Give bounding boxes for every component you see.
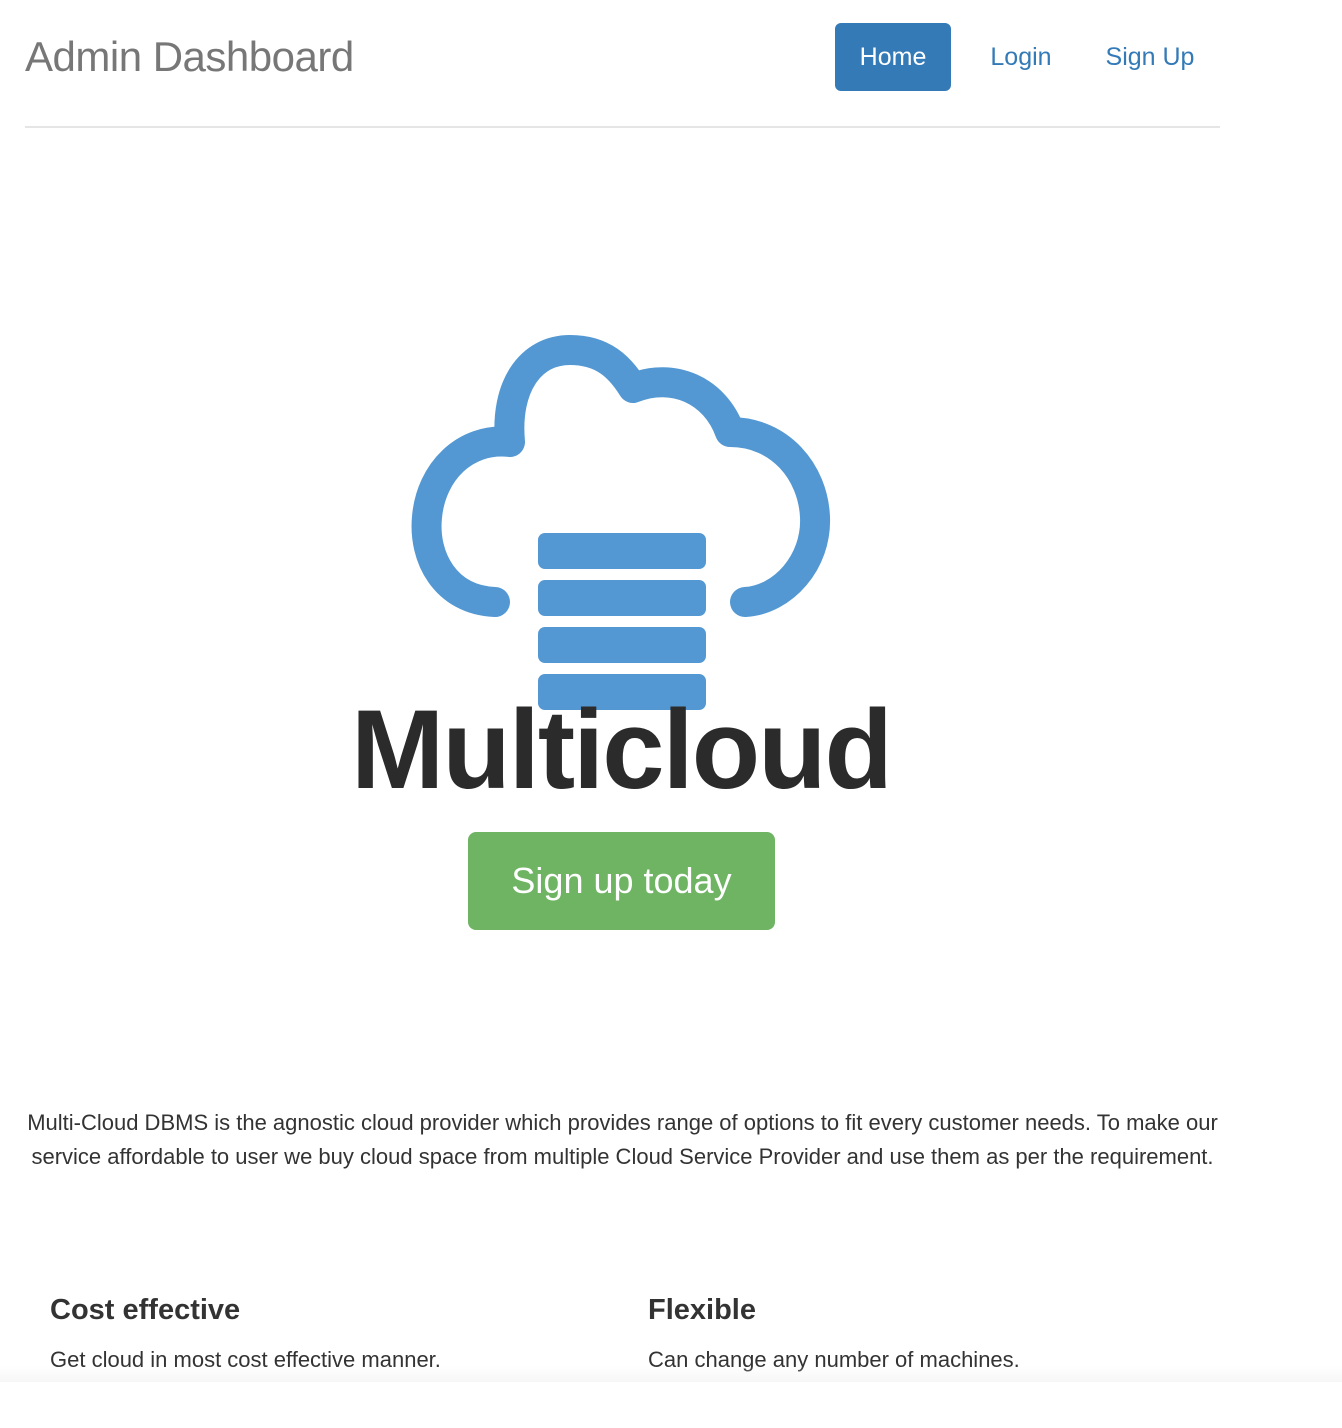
nav-signup-link[interactable]: Sign Up bbox=[1080, 23, 1220, 91]
features-section: Cost effective Get cloud in most cost ef… bbox=[50, 1290, 1250, 1376]
site-header: Admin Dashboard Home Login Sign Up bbox=[25, 0, 1220, 128]
feature-title: Cost effective bbox=[50, 1294, 241, 1326]
intro-paragraph: Multi-Cloud DBMS is the agnostic cloud p… bbox=[27, 1110, 1218, 1169]
db-disk-2 bbox=[538, 580, 706, 616]
feature-title: Flexible bbox=[648, 1294, 756, 1326]
nav-login-link[interactable]: Login bbox=[962, 23, 1080, 91]
feature-flexible: Flexible Can change any number of machin… bbox=[648, 1290, 1246, 1376]
page-fold-shadow bbox=[0, 1366, 1342, 1382]
main-nav: Home Login Sign Up bbox=[835, 23, 1220, 91]
nav-home-link[interactable]: Home bbox=[835, 23, 951, 91]
logo-wordmark: Multicloud bbox=[351, 687, 893, 812]
page-bottom-blank bbox=[0, 1382, 1342, 1428]
db-disk-1 bbox=[538, 533, 706, 569]
feature-cost-effective: Cost effective Get cloud in most cost ef… bbox=[50, 1290, 648, 1376]
signup-today-button[interactable]: Sign up today bbox=[468, 832, 775, 930]
brand-title[interactable]: Admin Dashboard bbox=[25, 32, 354, 82]
db-disk-3 bbox=[538, 627, 706, 663]
cloud-database-icon bbox=[411, 335, 831, 710]
